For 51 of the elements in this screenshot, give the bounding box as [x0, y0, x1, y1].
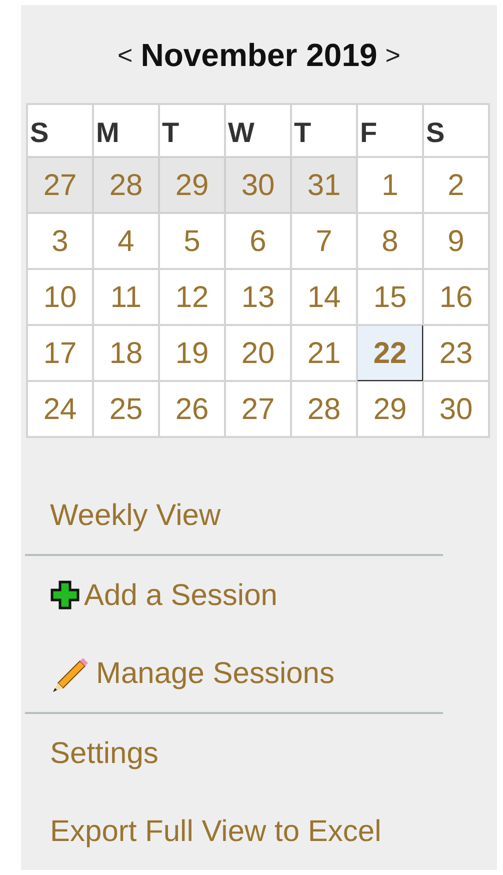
day-cell[interactable]: 12	[159, 269, 225, 325]
day-cell[interactable]: 2	[423, 157, 489, 213]
day-cell[interactable]: 26	[159, 381, 225, 437]
day-cell[interactable]: 20	[225, 325, 291, 381]
menu-link[interactable]: Weekly View	[21, 476, 497, 554]
menu-link[interactable]: Export Full View to Excel	[21, 792, 497, 870]
previous-month-button[interactable]: <	[118, 36, 133, 74]
day-cell[interactable]: 6	[225, 213, 291, 269]
day-cell[interactable]: 1	[357, 157, 423, 213]
day-cell[interactable]: 28	[93, 157, 159, 213]
weekday-header: F	[357, 104, 423, 157]
day-cell[interactable]: 9	[423, 213, 489, 269]
day-cell[interactable]: 15	[357, 269, 423, 325]
day-cell[interactable]: 28	[291, 381, 357, 437]
day-cell[interactable]: 17	[27, 325, 93, 381]
menu-link[interactable]: Manage Sessions	[21, 634, 497, 712]
day-cell[interactable]: 11	[93, 269, 159, 325]
day-cell[interactable]: 27	[225, 381, 291, 437]
day-cell[interactable]: 16	[423, 269, 489, 325]
day-cell[interactable]: 27	[27, 157, 93, 213]
weekday-header: W	[225, 104, 291, 157]
day-cell[interactable]: 21	[291, 325, 357, 381]
day-cell[interactable]: 24	[27, 381, 93, 437]
menu-link[interactable]: Add a Session	[21, 556, 497, 634]
weekday-header: M	[93, 104, 159, 157]
day-cell[interactable]: 3	[27, 213, 93, 269]
day-cell[interactable]: 30	[423, 381, 489, 437]
next-month-button[interactable]: >	[385, 36, 400, 74]
day-cell[interactable]: 13	[225, 269, 291, 325]
weekday-header: T	[291, 104, 357, 157]
weekday-header: S	[27, 104, 93, 157]
weekday-header: S	[423, 104, 489, 157]
plus-icon	[50, 580, 80, 610]
day-cell[interactable]: 31	[291, 157, 357, 213]
day-cell[interactable]: 14	[291, 269, 357, 325]
day-cell[interactable]: 30	[225, 157, 291, 213]
day-cell[interactable]: 29	[159, 157, 225, 213]
day-cell[interactable]: 29	[357, 381, 423, 437]
day-cell[interactable]: 7	[291, 213, 357, 269]
day-cell[interactable]: 23	[423, 325, 489, 381]
menu-link[interactable]: Settings	[21, 714, 497, 792]
day-cell[interactable]: 22	[357, 325, 423, 381]
month-title: November 2019	[140, 36, 378, 75]
day-cell[interactable]: 4	[93, 213, 159, 269]
weekday-header: T	[159, 104, 225, 157]
day-cell[interactable]: 5	[159, 213, 225, 269]
day-cell[interactable]: 10	[27, 269, 93, 325]
day-cell[interactable]: 25	[93, 381, 159, 437]
day-cell[interactable]: 19	[159, 325, 225, 381]
day-cell[interactable]: 8	[357, 213, 423, 269]
day-cell[interactable]: 18	[93, 325, 159, 381]
